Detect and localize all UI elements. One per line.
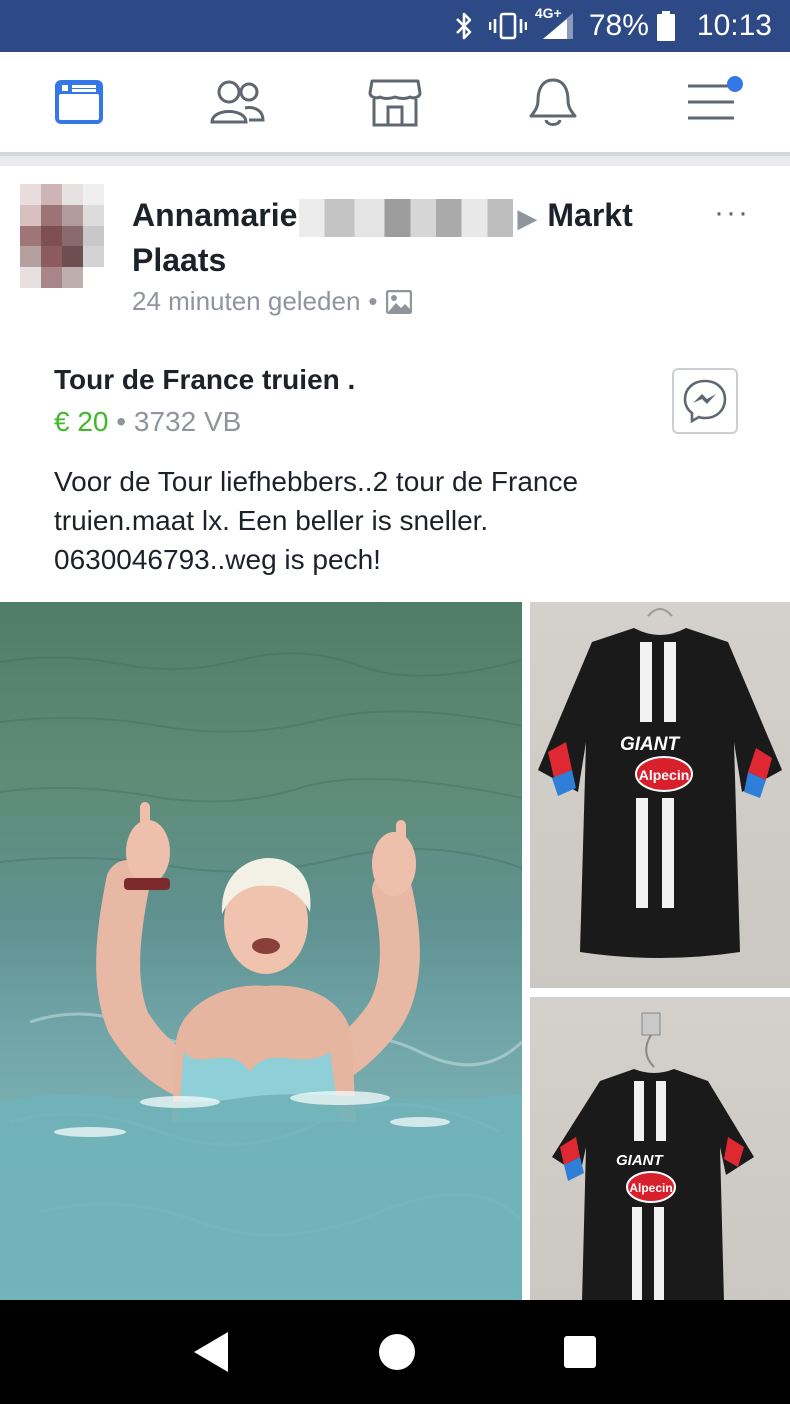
post-body-line: 0630046793..weg is pech! [54,544,381,575]
jersey-illustration: GIANT Alpecin [538,608,782,958]
status-bar: 4G+ 78% 10:13 [0,0,790,52]
redacted-name [299,198,514,237]
clock: 10:13 [696,9,772,42]
top-nav [0,52,790,156]
tab-notifications[interactable] [513,62,593,142]
jersey-back-brand-text: GIANT [616,1152,665,1169]
network-type: 4G+ [534,5,562,21]
jersey-back-illustration: GIANT Alpecin [552,1012,754,1302]
marketplace-post: Annamarie ▶ Markt Plaats ··· 24 minuten gel… [0,166,790,1306]
battery-percent: 78% [588,9,649,42]
recents-icon [563,1336,596,1368]
price-separator: • [116,406,127,437]
meta-separator: • [368,286,378,316]
marketplace-icon [368,79,422,127]
listing-title[interactable]: Tour de France truien . [54,364,355,396]
photo-jersey-back[interactable]: GIANT Alpecin [530,997,790,1302]
jersey-sponsor-text: Alpecin [639,767,690,783]
battery-icon [656,11,675,41]
post-body-line: truien.maat lx. Een beller is sneller. [54,505,489,536]
tab-friends[interactable] [197,62,277,142]
bluetooth-icon [453,10,475,42]
bell-icon [529,78,577,126]
listing-location: 3732 VB [133,406,242,437]
listing-price: € 20 [54,406,109,437]
back-icon [194,1332,229,1372]
tab-marketplace[interactable] [355,62,435,142]
signal-icon: 4G+ [535,5,575,41]
post-meta: 24 minuten geleden • [132,286,412,317]
notification-badge [727,76,743,92]
more-options-button[interactable]: ··· [714,196,750,230]
photo-privacy-icon [385,289,412,314]
photo-jersey-front[interactable]: GIANT Alpecin [530,602,790,988]
post-body-line: Voor de Tour liefhebbers..2 tour de Fran… [54,466,579,497]
post-header: Annamarie ▶ Markt Plaats [132,194,692,281]
recents-button[interactable] [562,1334,598,1370]
news-feed-icon [55,80,103,124]
author-name[interactable]: Annamarie [132,197,297,233]
photo-illustration [0,652,522,1302]
tab-menu[interactable] [671,62,751,142]
arrow-right-icon: ▶ [517,202,538,233]
vibrate-icon [488,11,527,41]
android-nav-bar [0,1300,790,1404]
messenger-icon [683,379,727,424]
post-body: Voor de Tour liefhebbers..2 tour de Fran… [54,462,754,579]
post-timestamp[interactable]: 24 minuten geleden [132,286,360,317]
photo-woman-swimming[interactable] [0,602,522,1302]
tab-news-feed[interactable] [39,62,119,142]
listing-price-row: € 20 • 3732 VB [54,406,241,438]
jersey-back-sponsor-text: Alpecin [629,1181,672,1195]
home-button[interactable] [377,1332,417,1372]
avatar[interactable] [20,184,104,288]
message-seller-button[interactable] [672,368,738,434]
home-icon [378,1334,415,1370]
jersey-brand-text: GIANT [620,734,681,755]
friends-icon [210,80,265,124]
back-button[interactable] [192,1330,232,1374]
